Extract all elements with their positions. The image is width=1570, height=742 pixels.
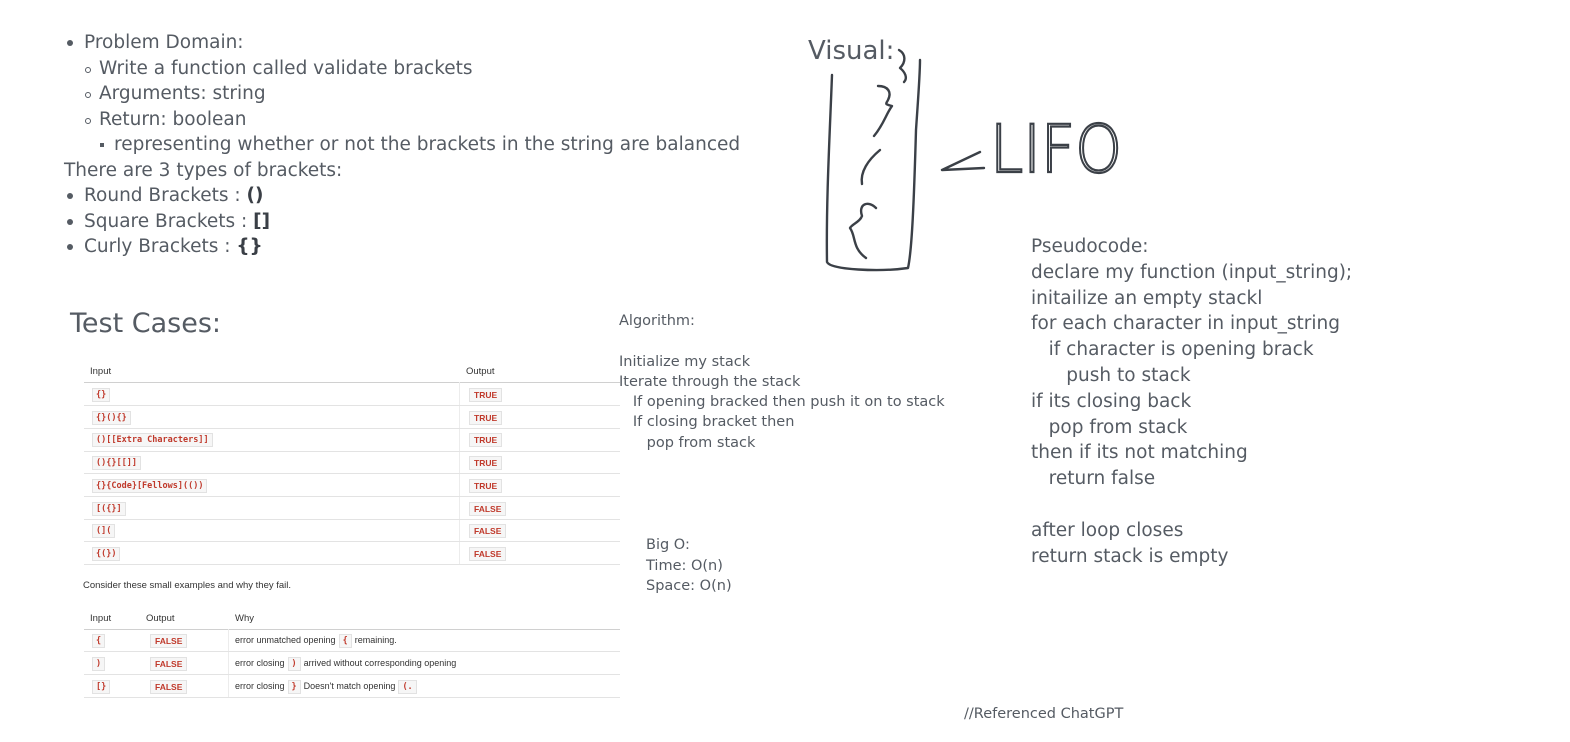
arrow-icon (940, 150, 986, 172)
bracket-round-open (860, 148, 882, 186)
stack-container-outline (825, 58, 922, 272)
bracket-top-curly (897, 48, 908, 84)
lifo-annotation: LIFO (990, 111, 1122, 188)
bracket-curly-open (848, 202, 878, 260)
reference-note: //Referenced ChatGPT (964, 706, 1124, 722)
bracket-curly-close (872, 84, 894, 138)
stack-sketch: LIFO (825, 48, 1123, 272)
